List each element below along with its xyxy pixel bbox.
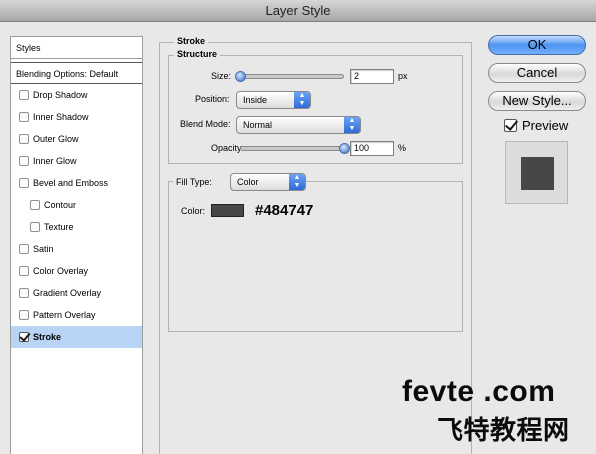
blend-mode-select[interactable]: Normal ▲ ▼ [236,116,361,134]
checkbox-icon[interactable] [30,200,40,210]
cancel-button[interactable]: Cancel [488,63,586,83]
blending-options-item[interactable]: Blending Options: Default [11,62,142,84]
fill-type-row: Fill Type: Color ▲ ▼ [173,172,306,192]
updown-arrows-icon: ▲ ▼ [289,174,305,190]
ok-button[interactable]: OK [488,35,586,55]
effect-label: Drop Shadow [33,90,88,100]
fill-group: Fill Type: Color ▲ ▼ Color: #484747 [168,172,463,332]
blend-mode-label: Blend Mode: [180,119,231,129]
checkbox-icon [504,119,517,132]
preview-checkbox[interactable]: Preview [504,118,568,133]
effect-item-drop-shadow[interactable]: Drop Shadow [11,84,142,106]
effect-item-satin[interactable]: Satin [11,238,142,260]
checkbox-icon[interactable] [19,244,29,254]
styles-list: Styles Blending Options: Default Drop Sh… [10,36,143,454]
opacity-slider-thumb[interactable] [339,143,350,154]
watermark-site: fevte .com [402,375,556,408]
effect-item-gradient-overlay[interactable]: Gradient Overlay [11,282,142,304]
effect-item-pattern-overlay[interactable]: Pattern Overlay [11,304,142,326]
fill-type-select[interactable]: Color ▲ ▼ [230,173,306,191]
effect-label: Pattern Overlay [33,310,96,320]
styles-header[interactable]: Styles [11,37,142,59]
color-label: Color: [181,206,206,216]
size-slider-thumb[interactable] [235,71,246,82]
effect-item-inner-shadow[interactable]: Inner Shadow [11,106,142,128]
size-slider-track[interactable] [240,74,344,79]
structure-group: Structure Size: 2 px Position: Inside ▲ ▼… [168,49,463,164]
effects-list: Drop Shadow Inner Shadow Outer Glow Inner G… [11,84,142,348]
size-unit: px [398,71,408,81]
stroke-section-title: Stroke [174,36,209,46]
effect-item-color-overlay[interactable]: Color Overlay [11,260,142,282]
effect-label: Inner Shadow [33,112,89,122]
opacity-unit: % [398,143,407,153]
new-style-button[interactable]: New Style... [488,91,586,111]
checkbox-icon[interactable] [19,266,29,276]
color-hex-label: #484747 [255,202,314,219]
checkbox-icon[interactable] [19,134,29,144]
blend-mode-value: Normal [243,120,273,130]
updown-arrows-icon: ▲ ▼ [344,117,360,133]
position-value: Inside [243,95,268,105]
effect-item-texture[interactable]: Texture [11,216,142,238]
checkbox-icon[interactable] [19,90,29,100]
checkbox-icon[interactable] [19,288,29,298]
effect-item-stroke[interactable]: Stroke [11,326,142,348]
structure-title: Structure [174,49,221,59]
checkbox-icon[interactable] [19,112,29,122]
effect-label: Contour [44,200,77,210]
effect-item-outer-glow[interactable]: Outer Glow [11,128,142,150]
window-title-bar: Layer Style [0,0,596,22]
effect-label: Texture [44,222,74,232]
effect-label: Outer Glow [33,134,79,144]
position-label: Position: [195,94,230,104]
effect-label: Gradient Overlay [33,288,102,298]
effect-item-contour[interactable]: Contour [11,194,142,216]
effect-item-bevel-and-emboss[interactable]: Bevel and Emboss [11,172,142,194]
checkbox-icon[interactable] [19,178,29,188]
preview-label: Preview [522,118,569,133]
effect-item-inner-glow[interactable]: Inner Glow [11,150,142,172]
effect-label: Satin [33,244,54,254]
watermark-chinese: 飞特教程网 [437,415,570,445]
opacity-input[interactable]: 100 [350,141,394,156]
checkbox-icon[interactable] [19,310,29,320]
effect-label: Stroke [33,332,62,342]
updown-arrows-icon: ▲ ▼ [294,92,310,108]
layer-style-dialog: Styles Blending Options: Default Drop Sh… [0,22,596,454]
checkbox-icon[interactable] [30,222,40,232]
checkbox-icon[interactable] [19,332,29,342]
size-label: Size: [211,71,232,81]
effect-label: Bevel and Emboss [33,178,109,188]
preview-stroke-square [521,157,554,190]
checkbox-icon[interactable] [19,156,29,166]
preview-thumbnail [505,141,568,204]
fill-type-value: Color [237,177,259,187]
effect-label: Color Overlay [33,266,89,276]
opacity-slider-track[interactable] [240,146,344,151]
position-select[interactable]: Inside ▲ ▼ [236,91,311,109]
effect-label: Inner Glow [33,156,77,166]
fill-type-label: Fill Type: [176,177,212,187]
window-title: Layer Style [265,3,331,18]
color-swatch[interactable] [211,204,244,217]
size-input[interactable]: 2 [350,69,394,84]
